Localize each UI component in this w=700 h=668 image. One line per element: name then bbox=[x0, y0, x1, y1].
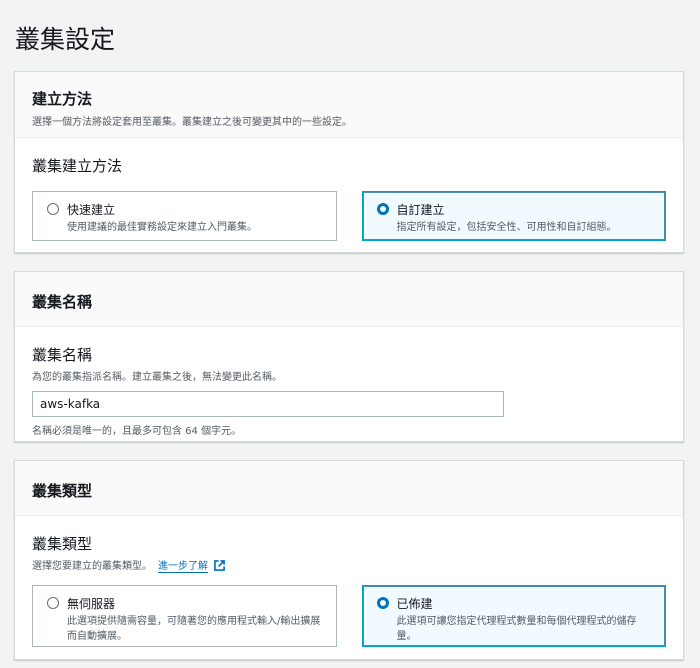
field-label: 叢集名稱 bbox=[32, 346, 93, 364]
card-subtitle: 選擇一個方法將設定套用至叢集。叢集建立之後可變更其中的一些設定。 bbox=[32, 117, 352, 128]
radio-tile-custom-create[interactable]: 自訂建立 指定所有設定，包括安全性、可用性和自訂組態。 bbox=[361, 191, 666, 241]
radio-selected-icon[interactable] bbox=[376, 597, 389, 609]
radio-unselected-icon[interactable] bbox=[47, 203, 59, 215]
field-desc: 為您的叢集指派名稱。建立叢集之後，無法變更此名稱。 bbox=[32, 372, 282, 383]
radio-tile-quick-create[interactable]: 快速建立 使用建議的最佳實務設定來建立入門叢集。 bbox=[32, 191, 337, 241]
cluster-name-card: 叢集名稱 叢集名稱 為您的叢集指派名稱。建立叢集之後，無法變更此名稱。 名稱必須… bbox=[14, 271, 684, 442]
option-desc: 指定所有設定，包括安全性、可用性和自訂組態。 bbox=[396, 222, 617, 233]
radio-tile-provisioned[interactable]: 已佈建 此選項可讓您指定代理程式數量和每個代理程式的儲存量。 bbox=[361, 585, 666, 647]
option-name: 快速建立 bbox=[67, 203, 116, 217]
option-desc: 此選項提供隨需容量，可隨著您的應用程式輸入/輸出擴展而自動擴展。 bbox=[67, 616, 321, 642]
creation-method-card: 建立方法 選擇一個方法將設定套用至叢集。叢集建立之後可變更其中的一些設定。 叢集… bbox=[14, 71, 684, 253]
card-title: 叢集名稱 bbox=[32, 293, 93, 311]
radio-tile-serverless[interactable]: 無伺服器 此選項提供隨需容量，可隨著您的應用程式輸入/輸出擴展而自動擴展。 bbox=[32, 585, 337, 647]
card-title: 建立方法 bbox=[32, 90, 93, 108]
radio-unselected-icon[interactable] bbox=[47, 597, 59, 609]
field-hint: 名稱必須是唯一的，且最多可包含 64 個字元。 bbox=[32, 426, 242, 437]
card-header: 建立方法 選擇一個方法將設定套用至叢集。叢集建立之後可變更其中的一些設定。 bbox=[15, 72, 683, 138]
option-name: 無伺服器 bbox=[67, 597, 116, 611]
cluster-type-card: 叢集類型 叢集類型 選擇您要建立的叢集類型。 進一步了解 無伺服器 此選項提供隨需… bbox=[14, 460, 684, 660]
external-link-icon[interactable] bbox=[214, 560, 226, 571]
option-name: 自訂建立 bbox=[396, 203, 445, 217]
learn-more-link[interactable]: 進一步了解 bbox=[158, 561, 208, 573]
field-label: 叢集類型 bbox=[32, 535, 93, 553]
page-title: 叢集設定 bbox=[15, 25, 116, 54]
card-header: 叢集類型 bbox=[15, 461, 683, 516]
desc-text: 選擇您要建立的叢集類型。 bbox=[32, 561, 152, 572]
field-desc: 選擇您要建立的叢集類型。 進一步了解 bbox=[32, 557, 666, 573]
card-title: 叢集類型 bbox=[32, 482, 93, 500]
field-label: 叢集建立方法 bbox=[32, 157, 123, 175]
radio-selected-icon[interactable] bbox=[376, 203, 389, 215]
option-desc: 此選項可讓您指定代理程式數量和每個代理程式的儲存量。 bbox=[396, 616, 637, 642]
cluster-name-input[interactable] bbox=[32, 391, 504, 417]
option-name: 已佈建 bbox=[396, 597, 433, 611]
option-desc: 使用建議的最佳實務設定來建立入門叢集。 bbox=[67, 222, 257, 233]
card-header: 叢集名稱 bbox=[15, 272, 683, 327]
